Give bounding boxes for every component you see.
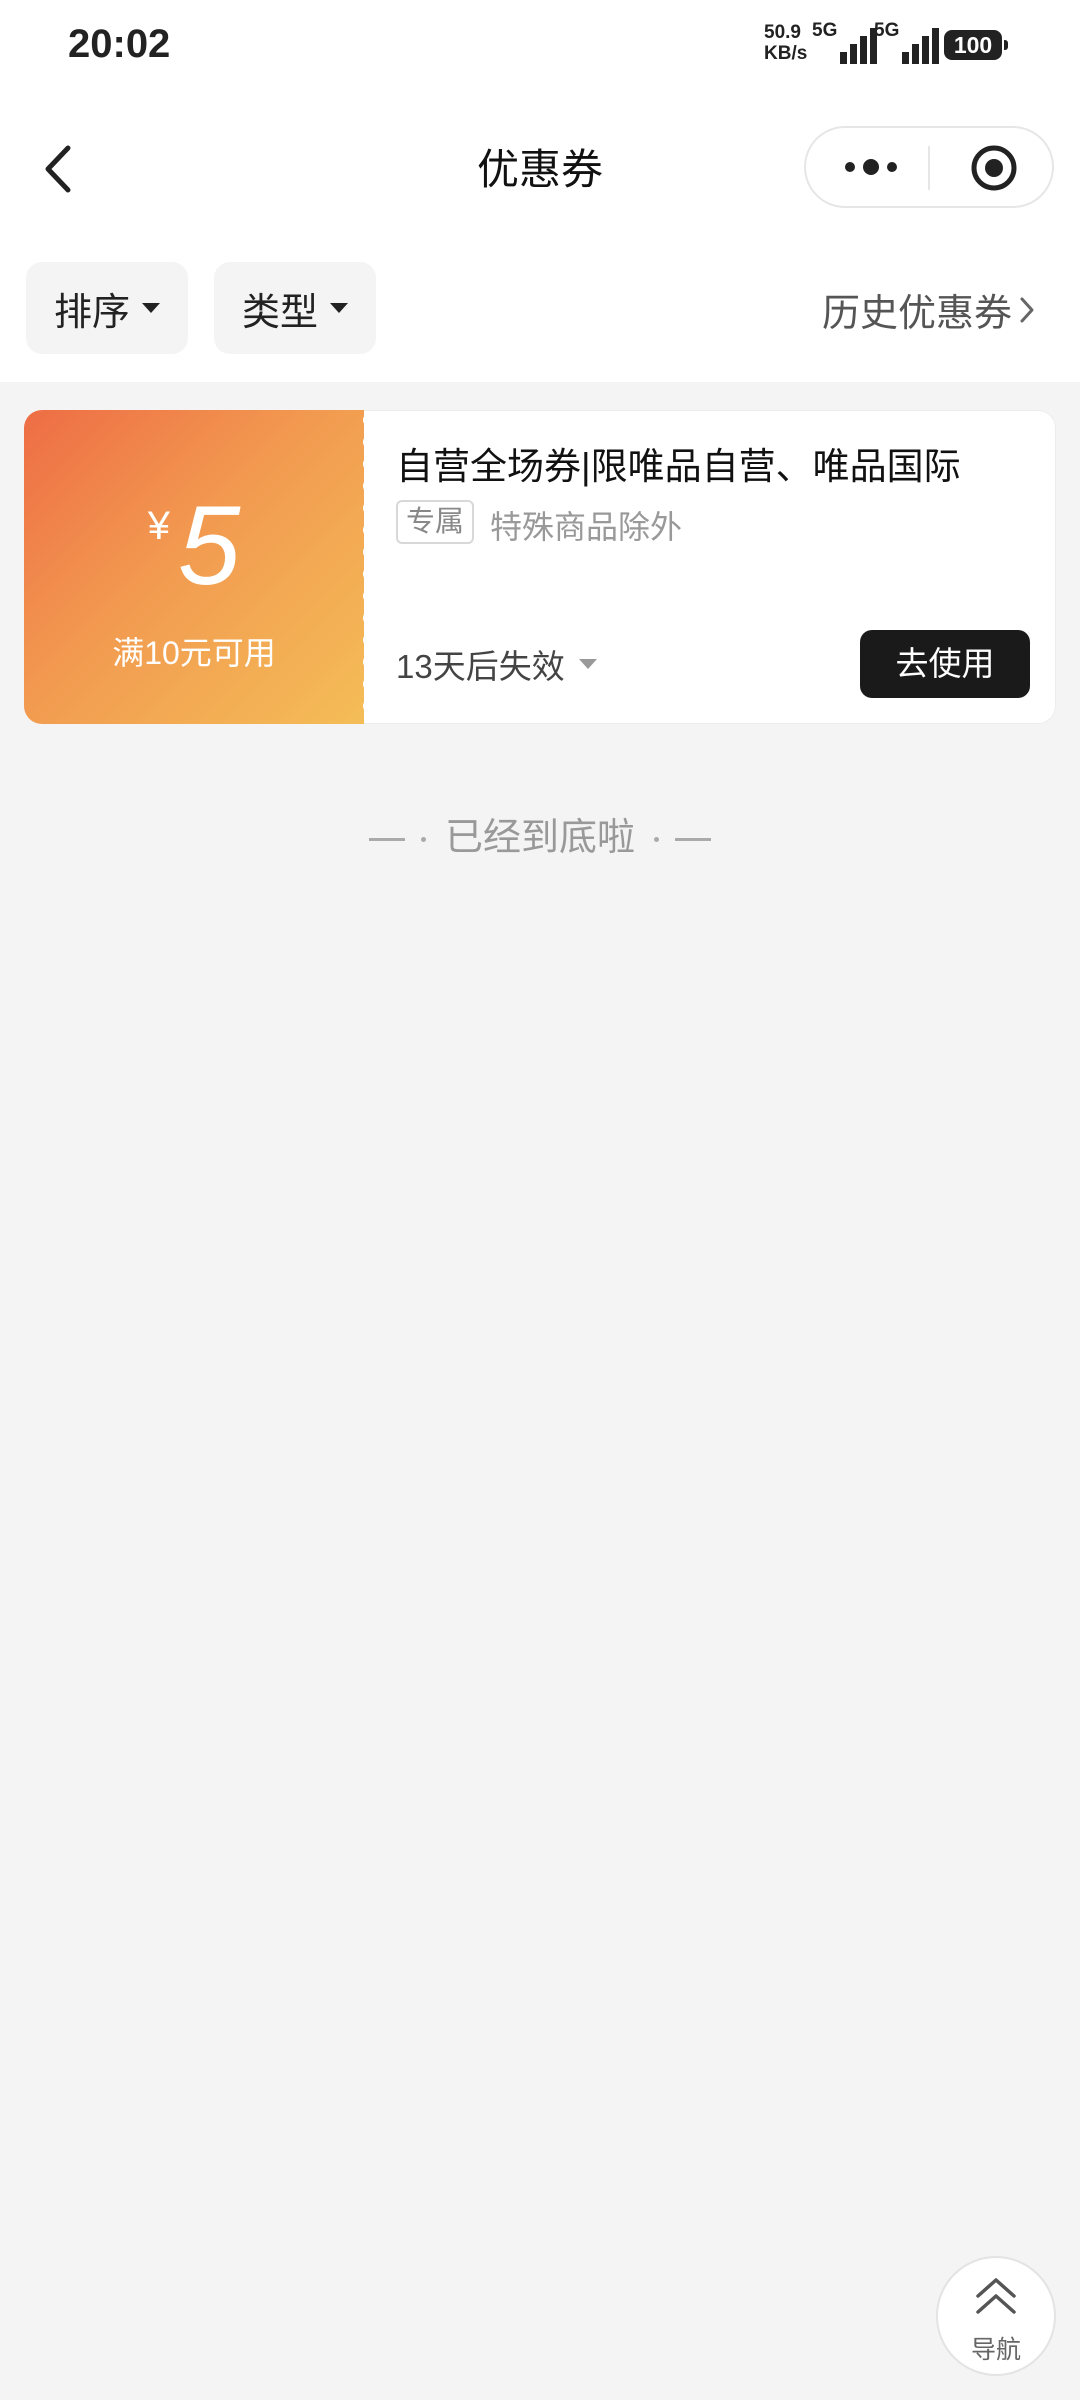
network-speed-value: 50.9 [764,22,801,43]
coupon-card: ¥5 满10元可用 自营全场券|限唯品自营、唯品国际 专属 特殊商品除外 13天… [24,410,1056,724]
target-close-icon[interactable] [970,144,1018,192]
type-filter-button[interactable]: 类型 [214,262,376,354]
exclusive-tag: 专属 [396,500,475,544]
double-chevron-up-icon [976,2278,1016,2314]
scallop-dot [363,567,372,581]
scallop-dot [363,677,372,691]
battery-indicator: 100 [944,30,1008,60]
currency-symbol: ¥ [147,504,170,548]
history-coupons-link[interactable]: 历史优惠券 [822,282,1036,337]
scallop-dot [363,413,372,427]
scallop-dot [363,457,372,471]
coupon-amount: ¥5 [24,490,364,602]
scallop-dot [363,655,372,669]
coupon-title: 自营全场券|限唯品自营、唯品国际 [396,446,961,487]
coupon-value-panel: ¥5 满10元可用 [24,410,364,724]
end-of-list-marker: 已经到底啦 [0,806,1080,861]
divider-dash [369,838,406,842]
scallop-dot [363,699,372,713]
scallop-dot [363,633,372,647]
sort-filter-button[interactable]: 排序 [26,262,188,354]
caret-down-icon [578,659,597,669]
capsule-divider [928,146,930,190]
status-time: 20:02 [68,22,171,66]
signal-bars-icon [902,28,939,64]
history-coupons-label: 历史优惠券 [822,293,1013,335]
divider-dash [674,838,711,842]
coupon-threshold: 满10元可用 [112,635,276,671]
divider-dot [653,837,659,843]
coupon-scallop-edge [363,413,372,713]
network-speed: 50.9 KB/s [764,22,807,64]
scallop-dot [363,435,372,449]
mini-program-capsule [804,126,1054,208]
scallop-dot [363,611,372,625]
scallop-dot [363,523,372,537]
type-filter-label: 类型 [241,291,318,334]
coupon-amount-value: 5 [177,483,241,608]
scallop-dot [363,501,372,515]
floating-nav-label: 导航 [970,2336,1021,2364]
coupon-expiry[interactable]: 13天后失效 [396,640,597,688]
more-dots-icon[interactable] [842,156,900,178]
floating-nav-button[interactable]: 导航 [936,2256,1056,2376]
scallop-dot [363,545,372,559]
caret-down-icon [330,303,348,313]
signal-2: 5G [874,20,948,66]
coupon-restriction: 特殊商品除外 [490,509,683,545]
chevron-right-icon [1020,297,1034,322]
scallop-dot [363,589,372,603]
divider-dot [421,837,427,843]
sort-filter-label: 排序 [53,291,130,334]
scallop-dot [363,479,372,493]
use-coupon-button[interactable]: 去使用 [860,630,1030,698]
caret-down-icon [142,303,160,313]
end-of-list-text: 已经到底啦 [444,817,635,859]
coupon-expiry-label: 13天后失效 [396,648,565,685]
network-speed-unit: KB/s [764,43,808,64]
